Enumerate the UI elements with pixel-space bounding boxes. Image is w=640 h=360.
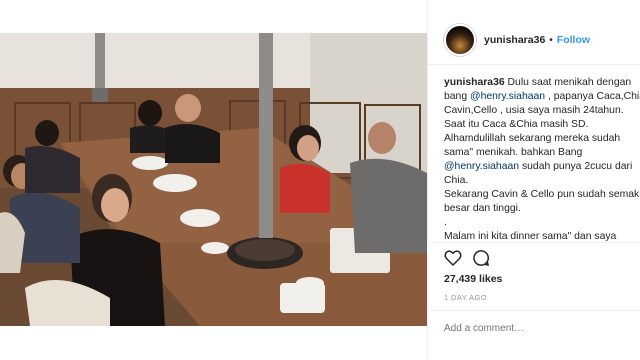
post-actions [444,249,490,267]
follow-button[interactable]: Follow [557,34,590,46]
caption-line: yunishara36 Dulu saat menikah dengan [444,76,640,90]
post-caption: yunishara36 Dulu saat menikah dengan ban… [444,76,640,251]
comment-icon[interactable] [472,249,490,267]
caption-line: sama" menikah. bahkan Bang [444,147,583,158]
caption-text: , papanya Caca,Chia [545,91,640,102]
caption-username[interactable]: yunishara36 [444,77,505,88]
comment-input[interactable] [444,320,624,336]
caption-line: . [444,217,447,228]
caption-line: @henry.siahaan sudah punya 2cucu dari [444,160,640,174]
post-timestamp[interactable]: 1 DAY AGO [444,293,487,302]
separator-dot: • [549,34,553,46]
caption-line: Alhamdulillah sekarang mereka sudah [444,133,621,144]
caption-text: bang [444,91,471,102]
caption-line: Chia. [444,175,469,186]
caption-line: Cavin,Cello , usia saya masih 24tahun. [444,105,624,116]
caption-text: Dulu saat menikah dengan [504,77,632,88]
post-photo[interactable] [0,33,427,326]
actions-divider [428,242,640,243]
dinner-photo-illustration [0,33,427,326]
caption-line: bang @henry.siahaan , papanya Caca,Chia [444,90,640,104]
post-header: yunishara36 • Follow [428,20,640,60]
instagram-embed: yunishara36 • Follow yunishara36 Dulu sa… [0,0,640,360]
caption-line: Saat itu Caca &Chia masih SD. [444,119,589,130]
username[interactable]: yunishara36 [484,34,545,46]
caption-line: Sekarang Cavin & Cello pun sudah semakin [444,189,640,200]
heart-icon[interactable] [444,249,462,267]
comment-divider [428,310,640,311]
mention-link[interactable]: @henry.siahaan [444,161,519,172]
avatar[interactable] [444,24,476,56]
caption-line: besar dan tinggi. [444,203,521,214]
header-divider [428,64,640,65]
post-sidebar: yunishara36 • Follow yunishara36 Dulu sa… [427,0,640,360]
likes-count[interactable]: 27,439 likes [444,273,502,285]
caption-text: sudah punya 2cucu dari [519,161,633,172]
mention-link[interactable]: @henry.siahaan [470,91,545,102]
